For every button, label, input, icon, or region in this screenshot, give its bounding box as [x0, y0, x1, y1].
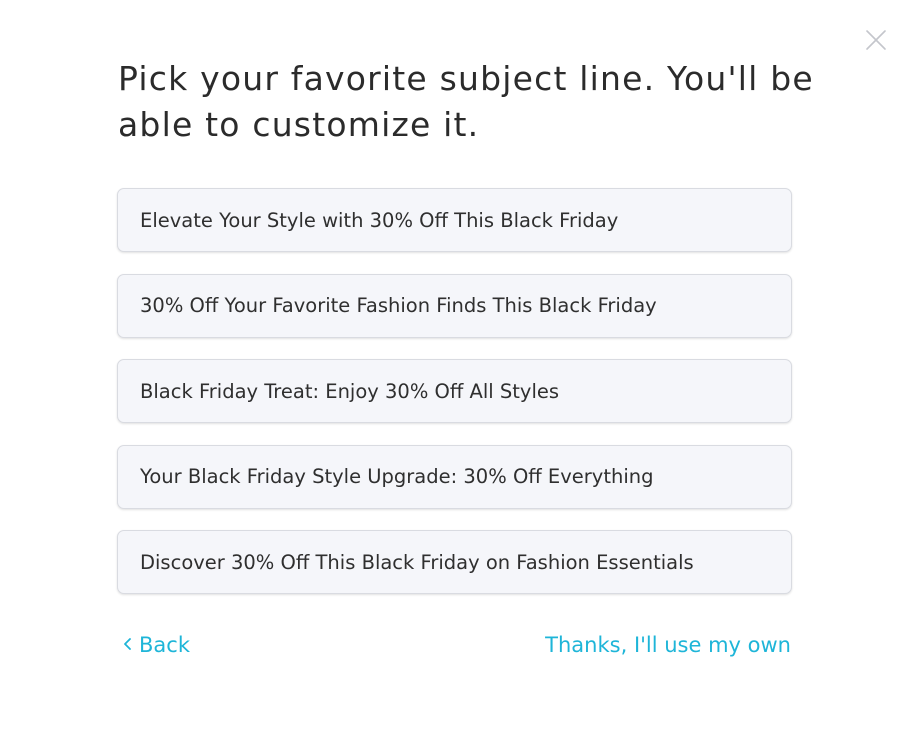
subject-line-option-label: Black Friday Treat: Enjoy 30% Off All St… — [140, 379, 560, 403]
close-icon — [866, 30, 886, 50]
subject-line-option-label: Discover 30% Off This Black Friday on Fa… — [140, 550, 694, 574]
subject-line-option[interactable]: 30% Off Your Favorite Fashion Finds This… — [117, 273, 792, 338]
back-button[interactable]: Back — [123, 633, 190, 657]
subject-line-option[interactable]: Elevate Your Style with 30% Off This Bla… — [117, 188, 792, 252]
subject-line-options: Elevate Your Style with 30% Off This Bla… — [117, 188, 792, 616]
use-own-subject-link[interactable]: Thanks, I'll use my own — [545, 633, 791, 657]
subject-line-option[interactable]: Your Black Friday Style Upgrade: 30% Off… — [117, 444, 792, 509]
subject-line-option-label: 30% Off Your Favorite Fashion Finds This… — [140, 294, 657, 317]
back-button-label: Back — [139, 633, 190, 657]
subject-line-option-label: Elevate Your Style with 30% Off This Bla… — [140, 208, 619, 232]
subject-line-picker-modal: Pick your favorite subject line. You'll … — [0, 0, 916, 732]
subject-line-option[interactable]: Black Friday Treat: Enjoy 30% Off All St… — [117, 359, 792, 423]
chevron-left-icon — [123, 633, 133, 657]
subject-line-option-label: Your Black Friday Style Upgrade: 30% Off… — [140, 465, 654, 488]
modal-title: Pick your favorite subject line. You'll … — [118, 59, 814, 144]
subject-line-option[interactable]: Discover 30% Off This Black Friday on Fa… — [117, 530, 792, 594]
close-button[interactable] — [864, 28, 888, 52]
